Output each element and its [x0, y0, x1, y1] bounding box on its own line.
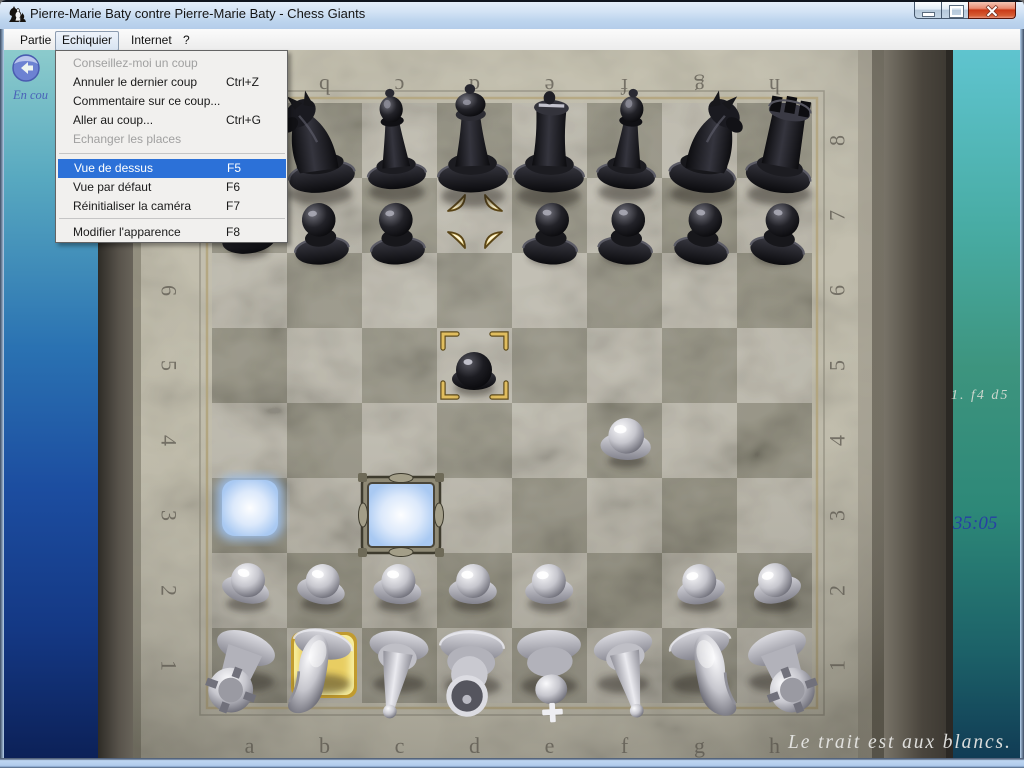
svg-text:4: 4 — [825, 435, 850, 446]
svg-text:7: 7 — [825, 210, 850, 221]
svg-text:b: b — [319, 733, 330, 758]
svg-text:g: g — [694, 733, 705, 758]
svg-text:f: f — [620, 74, 628, 99]
svg-text:e: e — [545, 733, 555, 758]
svg-text:1: 1 — [157, 660, 182, 671]
svg-text:Le trait est aux blancs.: Le trait est aux blancs. — [787, 732, 1012, 753]
svg-text:1. f4 d5: 1. f4 d5 — [951, 388, 1009, 403]
svg-text:2: 2 — [157, 585, 182, 596]
svg-text:f: f — [621, 733, 629, 758]
svg-text:a: a — [245, 733, 255, 758]
svg-text:g: g — [694, 74, 705, 99]
svg-text:2: 2 — [825, 585, 850, 596]
svg-text:6: 6 — [825, 285, 850, 296]
svg-text:c: c — [394, 74, 404, 99]
svg-text:4: 4 — [157, 435, 182, 446]
svg-text:d: d — [469, 733, 480, 758]
svg-text:h: h — [769, 74, 780, 99]
svg-text:6: 6 — [157, 285, 182, 296]
svg-text:c: c — [395, 733, 405, 758]
svg-text:3: 3 — [825, 510, 850, 521]
svg-text:8: 8 — [825, 135, 850, 146]
svg-text:En cou: En cou — [12, 88, 48, 102]
svg-text:b: b — [319, 74, 330, 99]
svg-text:5: 5 — [825, 360, 850, 371]
svg-text:1: 1 — [825, 660, 850, 671]
svg-text:h: h — [769, 733, 780, 758]
svg-text:5: 5 — [157, 360, 182, 371]
svg-text:35:05: 35:05 — [952, 513, 997, 534]
svg-text:3: 3 — [157, 510, 182, 521]
